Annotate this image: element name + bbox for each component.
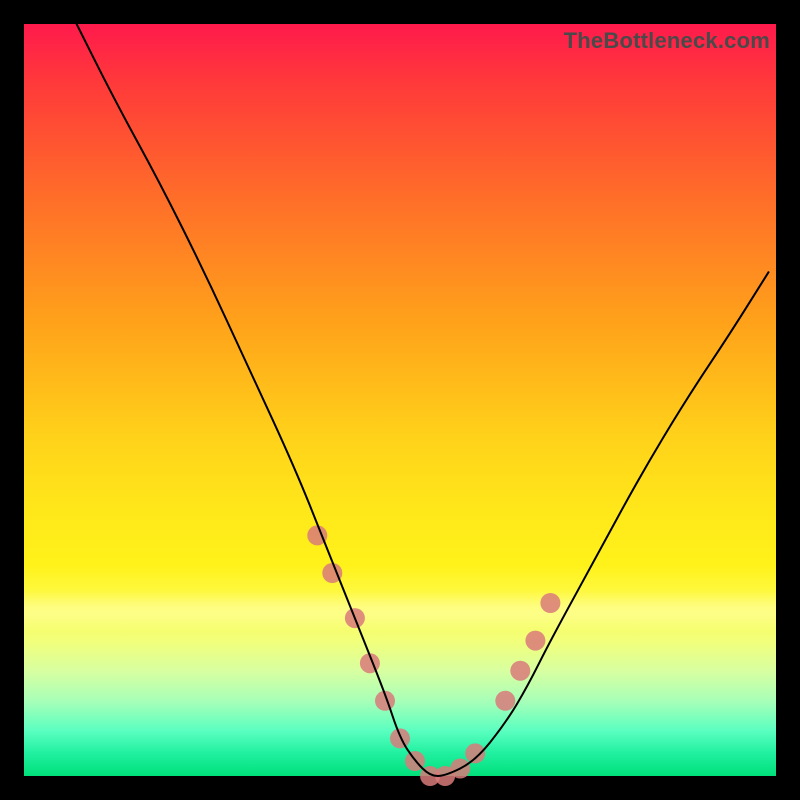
highlight-dots-group	[307, 525, 560, 786]
watermark-text: TheBottleneck.com	[564, 28, 770, 54]
chart-svg	[24, 24, 776, 776]
highlight-dot	[495, 691, 515, 711]
bottleneck-curve-line	[77, 24, 769, 776]
highlight-dot	[510, 661, 530, 681]
highlight-dot	[540, 593, 560, 613]
highlight-dot	[525, 631, 545, 651]
highlight-dot	[465, 743, 485, 763]
highlight-dot	[390, 728, 410, 748]
chart-frame: TheBottleneck.com	[24, 24, 776, 776]
